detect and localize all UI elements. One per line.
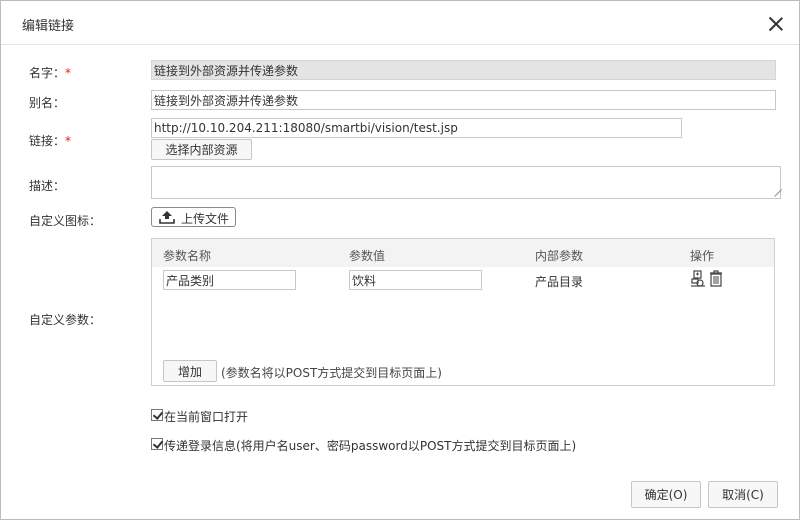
desc-wrapper [151,166,781,199]
name-label: 名字：* [29,64,71,81]
internal-param-value: 产品目录 [535,275,584,289]
close-icon[interactable] [765,13,787,35]
ok-button[interactable]: 确定(O) [631,481,701,508]
header-internal-param: 内部参数 [535,249,584,263]
custom-params-label: 自定义参数： [29,313,102,327]
param-value-input[interactable] [349,270,482,290]
dialog-titlebar: 编辑链接 [1,1,799,45]
custom-icon-label: 自定义图标： [29,214,102,228]
name-label-text: 名字： [29,66,66,80]
link-field[interactable] [151,118,682,138]
open-current-window-label[interactable]: 在当前窗口打开 [164,408,248,425]
upload-icon [159,211,175,224]
header-actions: 操作 [690,249,715,263]
params-table: 参数名称 参数值 内部参数 操作 产品目录 增加 (参数名将以POST方式提交 [151,238,775,386]
alias-label: 别名： [29,96,66,110]
alias-field[interactable] [151,90,776,110]
params-post-note: (参数名将以POST方式提交到目标页面上) [221,366,442,380]
pass-login-info-label[interactable]: 传递登录信息(将用户名user、密码password以POST方式提交到目标页面… [164,437,576,454]
header-param-value: 参数值 [349,249,386,263]
resize-handle-icon[interactable] [771,189,779,197]
open-current-window-checkbox[interactable] [151,409,163,421]
edit-link-dialog: 编辑链接 名字：* 别名： 链接：* 选择内部资源 描述： 自定义图标： 上传文… [0,0,800,520]
header-param-name: 参数名称 [163,249,212,263]
param-name-input[interactable] [163,270,296,290]
pass-login-info-checkbox[interactable] [151,438,163,450]
dialog-title: 编辑链接 [22,19,75,34]
name-required-mark: * [65,66,72,80]
choose-internal-resource-button[interactable]: 选择内部资源 [151,139,252,160]
add-param-button[interactable]: 增加 [163,360,217,382]
upload-file-button[interactable]: 上传文件 [151,207,236,227]
link-label: 链接：* [29,132,71,149]
edit-param-icon[interactable] [689,270,707,288]
link-required-mark: * [65,134,72,148]
trash-icon[interactable] [709,270,723,287]
link-label-text: 链接： [29,134,66,148]
upload-file-label: 上传文件 [181,212,230,226]
desc-textarea[interactable] [151,166,781,199]
desc-label: 描述： [29,179,66,193]
name-field [151,60,776,80]
cancel-button[interactable]: 取消(C) [708,481,778,508]
params-table-header: 参数名称 参数值 内部参数 操作 [152,239,774,267]
